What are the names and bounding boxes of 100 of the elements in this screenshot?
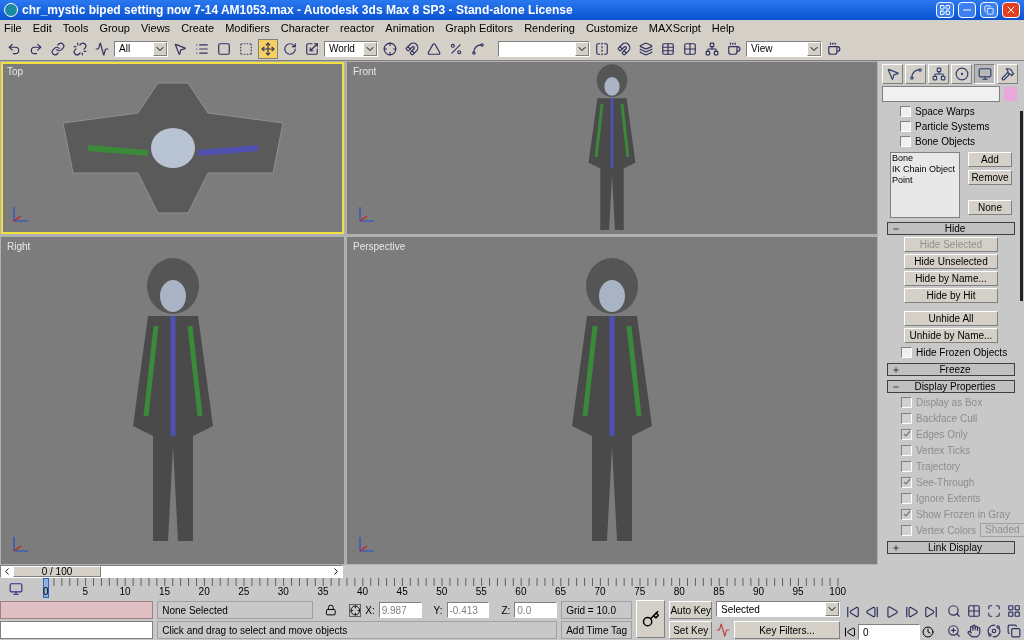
frame-number: 20 xyxy=(197,587,211,597)
rollout-button[interactable]: Hide Unselected xyxy=(904,254,998,269)
key-button[interactable] xyxy=(636,600,666,638)
axis-tripod-icon xyxy=(357,534,377,554)
lock-icon[interactable] xyxy=(324,604,337,616)
checkbox[interactable] xyxy=(900,135,911,147)
region-icon xyxy=(217,41,231,56)
rollout-button[interactable]: Unhide All xyxy=(904,311,998,326)
rollout-button[interactable]: Unhide by Name... xyxy=(904,328,998,343)
name-field[interactable] xyxy=(882,86,1000,102)
curve-icon[interactable] xyxy=(716,623,730,637)
frame-number: 65 xyxy=(553,587,568,597)
coordinate-field[interactable]: 9.987 xyxy=(378,602,422,618)
menu-item[interactable]: Customize xyxy=(585,20,638,37)
track-bar-icon[interactable] xyxy=(9,582,23,596)
list-action-button[interactable]: Remove xyxy=(968,170,1012,185)
move-button[interactable] xyxy=(258,38,278,59)
list-item[interactable]: IK Chain Object xyxy=(892,164,958,175)
frame-number: 70 xyxy=(593,587,607,597)
frame-marker[interactable] xyxy=(43,578,49,598)
menu-item[interactable]: Create xyxy=(181,20,215,37)
color-swatch[interactable] xyxy=(1004,87,1017,101)
coordinate-label: Y: xyxy=(433,603,443,618)
viewport-label[interactable]: Perspective xyxy=(353,239,406,254)
checkbox[interactable] xyxy=(900,120,911,132)
absolute-mode-icon[interactable] xyxy=(348,603,362,617)
menu-item[interactable]: Group xyxy=(99,20,130,37)
selection-status: None Selected xyxy=(157,601,313,619)
menu-item[interactable]: Graph Editors xyxy=(445,20,514,37)
listener-field[interactable] xyxy=(0,601,154,619)
menu-item[interactable]: Help xyxy=(711,20,735,37)
viewport[interactable]: Perspective xyxy=(347,237,877,564)
minimize-button[interactable] xyxy=(958,2,976,18)
rollout-button[interactable]: Hide by Name... xyxy=(904,271,998,286)
hierarchy-icon xyxy=(931,67,946,81)
scroll-thumb[interactable] xyxy=(1020,111,1023,301)
named-selection-field[interactable] xyxy=(498,40,590,57)
coordinate-field[interactable]: 0.0 xyxy=(514,602,558,618)
redo-icon xyxy=(29,41,43,56)
frame-field[interactable]: 0 xyxy=(858,624,920,640)
curve-icon xyxy=(908,67,923,81)
viewport-label[interactable]: Right xyxy=(7,239,31,254)
viewport[interactable]: Top xyxy=(1,62,344,234)
close-button[interactable] xyxy=(1002,2,1020,18)
frame-number: 100 xyxy=(828,587,847,597)
coordinate-system-dropdown[interactable]: World xyxy=(324,40,378,57)
rollout-button[interactable]: Hide by Hit xyxy=(904,288,998,303)
render-type-dropdown[interactable]: View xyxy=(746,40,822,57)
viewport-label[interactable]: Top xyxy=(7,64,24,79)
list-action-button[interactable]: None xyxy=(968,200,1012,215)
listener-input[interactable] xyxy=(0,621,154,639)
menu-item[interactable]: MAXScript xyxy=(648,20,701,37)
list-item[interactable]: Point xyxy=(892,175,958,186)
set-key-button[interactable]: Set Key xyxy=(669,621,712,639)
go-to-start-icon xyxy=(845,605,860,619)
grid-size-text: Grid = 10.0 xyxy=(561,601,633,619)
rollout-header[interactable]: Freeze xyxy=(887,363,1015,376)
coordinate-field[interactable]: -0.413 xyxy=(446,602,490,618)
menu-item[interactable]: Views xyxy=(140,20,171,37)
checkbox-label: Edges Only xyxy=(916,427,968,442)
viewport[interactable]: Front xyxy=(347,62,877,234)
grid-button[interactable] xyxy=(936,2,954,18)
pointer-icon xyxy=(885,67,900,81)
time-config-icon[interactable] xyxy=(922,626,934,638)
viewport[interactable]: Right xyxy=(1,237,344,564)
key-filters-button[interactable]: Key Filters... xyxy=(734,621,840,639)
add-time-tag-button[interactable]: Add Time Tag xyxy=(561,621,633,639)
list-action-button[interactable]: Add xyxy=(968,152,1012,167)
menu-item[interactable]: Modifiers xyxy=(225,20,270,37)
menu-item[interactable]: Tools xyxy=(62,20,89,37)
menu-item[interactable]: reactor xyxy=(340,20,375,37)
menu-item[interactable]: Animation xyxy=(385,20,435,37)
frame-number: 0 xyxy=(42,587,50,597)
rollout-header[interactable]: Hide xyxy=(887,222,1015,235)
menu-item[interactable]: File xyxy=(4,20,22,37)
key-mode-dropdown[interactable]: Selected xyxy=(716,601,840,617)
select-by-name-icon xyxy=(195,41,209,56)
selection-filter-dropdown[interactable]: All xyxy=(114,40,168,57)
track-bar[interactable]: 0 5 10 15 20 25 30 35 40 45 50 55 60 65 70 75 80 85 90 95 100 xyxy=(29,578,859,600)
frame-number: 10 xyxy=(118,587,132,597)
orbit-icon xyxy=(987,624,1001,638)
frame-number: 80 xyxy=(672,587,686,597)
rollout-header[interactable]: Link Display xyxy=(887,541,1015,554)
restore-button[interactable] xyxy=(980,2,998,18)
frame-number: 35 xyxy=(316,587,330,597)
frame-number: 90 xyxy=(751,587,766,597)
checkbox[interactable] xyxy=(900,105,911,117)
checkbox[interactable] xyxy=(901,346,912,358)
auto-key-button[interactable]: Auto Key xyxy=(669,601,712,619)
time-slider-track[interactable]: 0 / 100 xyxy=(0,565,343,578)
menu-item[interactable]: Edit xyxy=(32,20,52,37)
list-item[interactable]: Bone xyxy=(892,153,958,164)
viewport-label[interactable]: Front xyxy=(353,64,377,79)
command-tab[interactable] xyxy=(974,64,995,84)
circle-icon xyxy=(954,67,969,81)
list-box[interactable]: Bone IK Chain Object Point xyxy=(890,152,960,218)
rollout-header[interactable]: Display Properties xyxy=(887,380,1015,393)
menu-item[interactable]: Character xyxy=(280,20,330,37)
time-slider-thumb[interactable]: 0 / 100 xyxy=(13,566,101,577)
menu-item[interactable]: Rendering xyxy=(524,20,575,37)
